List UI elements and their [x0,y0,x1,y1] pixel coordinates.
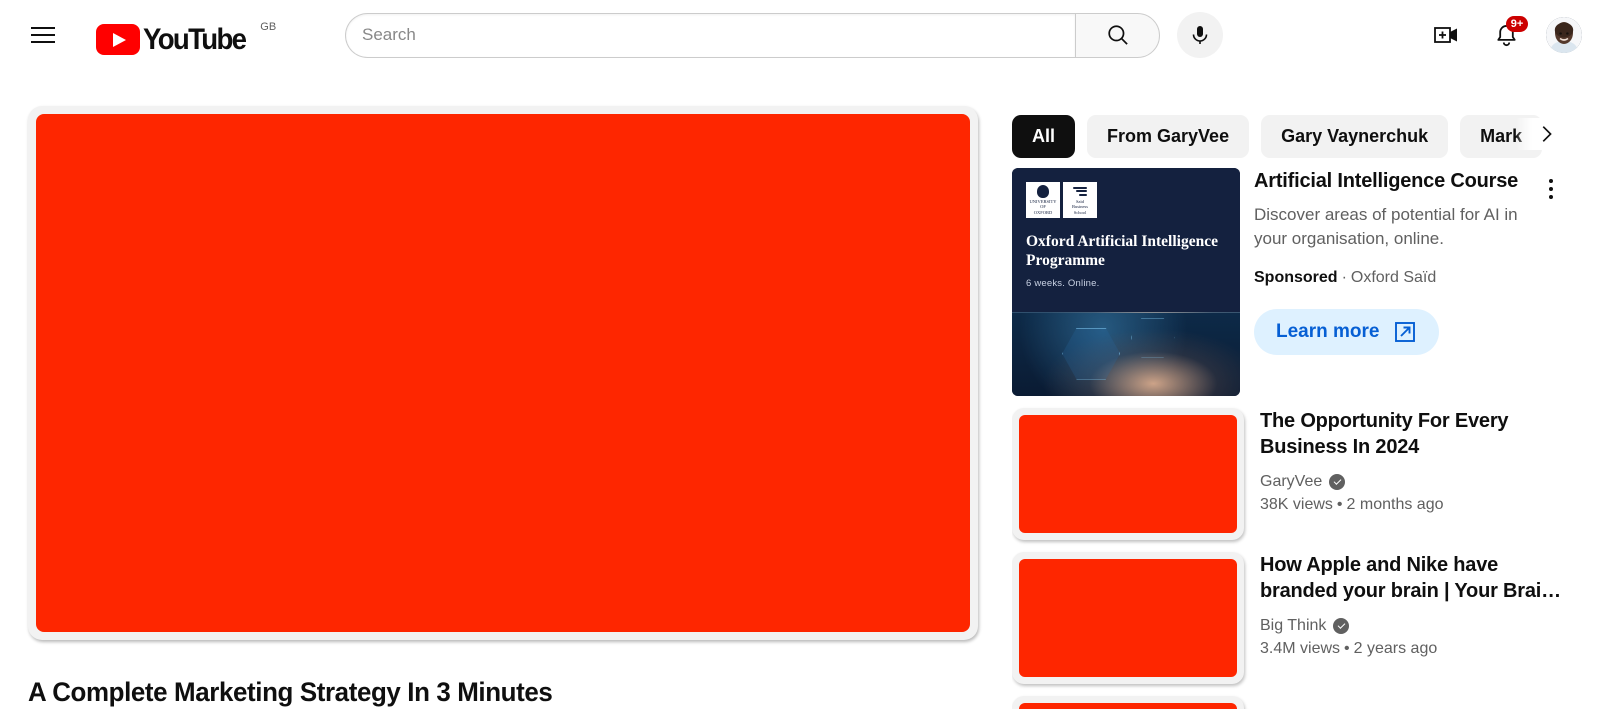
ad-sponsored-label: Sponsored [1254,268,1338,286]
ad-description: Discover areas of potential for AI in yo… [1254,205,1518,248]
filter-chip-from-garyvee[interactable]: From GaryVee [1087,114,1250,158]
list-item: How Apple and Nike have branded your bra… [1012,552,1572,684]
avatar[interactable] [1546,17,1582,53]
video-thumbnail-surface [1019,415,1237,533]
video-stats-separator: • [1344,639,1350,657]
verified-badge-icon [1329,473,1346,490]
ad-logos: UNIVERSITY OF OXFORD Saïd Business Schoo… [1026,182,1226,218]
masthead-center [345,12,1223,58]
filter-chip-all[interactable]: All [1012,114,1076,158]
video-title[interactable]: The Opportunity For Every Business In 20… [1260,408,1564,461]
hamburger-line [31,34,55,36]
create-button[interactable] [1426,15,1466,55]
video-info [1244,696,1564,709]
ad-thumbnail-image [1012,311,1240,396]
said-business-school-logo: Saïd Business School [1063,182,1097,218]
search-icon [1107,25,1128,45]
video-views: 3.4M views [1260,639,1341,657]
filter-chip-gary-vaynerchuk[interactable]: Gary Vaynerchuk [1261,114,1449,158]
more-vertical-icon [1549,195,1553,199]
video-channel[interactable]: Big Think [1260,617,1564,635]
ad-meta: Sponsored · Oxford Saïd [1254,269,1564,287]
chevron-right-icon [1542,126,1552,142]
youtube-logo-text: YouTube [143,23,247,56]
video-info: The Opportunity For Every Business In 20… [1244,408,1564,540]
learn-more-button[interactable]: Learn more [1254,308,1440,355]
video-views: 38K views [1260,495,1333,513]
list-item: The Opportunity For Every Business In 20… [1012,408,1572,540]
video-channel-name: Big Think [1260,616,1327,634]
create-video-icon [1434,27,1457,43]
video-thumbnail-surface [1019,703,1237,709]
verified-badge-icon [1333,617,1350,634]
ad-info: Artificial Intelligence Course Discover … [1240,168,1564,396]
video-thumbnail[interactable] [1012,552,1244,684]
page-body: A Complete Marketing Strategy In 3 Minut… [0,70,1600,709]
ad-thumbnail-headline: Oxford Artificial Intelligence Programme [1026,233,1218,270]
oxford-logo-line2: OXFORD [1033,209,1053,215]
ad-thumbnail-subline: 6 weeks. Online. [1026,277,1100,289]
ad-more-menu-button[interactable] [1534,172,1568,206]
primary-column: A Complete Marketing Strategy In 3 Minut… [28,106,978,710]
notifications-badge: 9+ [1506,16,1528,32]
search-box[interactable] [345,12,1075,58]
youtube-play-icon [96,24,140,55]
learn-more-label: Learn more [1276,320,1380,342]
video-age: 2 months ago [1346,495,1444,513]
video-info: How Apple and Nike have branded your bra… [1244,552,1564,684]
search-form [345,12,1160,58]
filter-chip-bar: All From GaryVee Gary Vaynerchuk Mark [1012,70,1572,160]
microphone-icon [1192,26,1208,44]
youtube-logo[interactable]: YouTube GB [96,15,276,55]
masthead-left: YouTube GB [0,15,345,55]
hamburger-menu-icon[interactable] [23,15,63,55]
secondary-column: All From GaryVee Gary Vaynerchuk Mark UN… [1012,70,1572,709]
video-stats: 3.4M views • 2 years ago [1260,640,1564,658]
avatar-image [1546,17,1582,53]
video-age: 2 years ago [1353,639,1438,657]
oxford-crest-icon [1037,184,1049,198]
hamburger-line [31,27,55,29]
masthead: YouTube GB Search 9+ [0,0,1600,70]
more-vertical-icon [1549,179,1553,183]
video-thumbnail[interactable] [1012,696,1244,709]
said-stripes-icon [1073,185,1087,198]
oxford-logo-line1: UNIVERSITY OF [1029,198,1057,210]
video-thumbnail-surface [1019,559,1237,677]
said-logo-line3: School [1073,209,1087,215]
video-stats: 38K views • 2 months ago [1260,496,1564,514]
video-title[interactable]: How Apple and Nike have branded your bra… [1260,552,1564,605]
ad-title[interactable]: Artificial Intelligence Course [1254,168,1564,194]
youtube-country-code: GB [260,21,277,33]
search-input[interactable] [362,25,1075,45]
sponsored-ad-item: UNIVERSITY OF OXFORD Saïd Business Schoo… [1012,168,1572,396]
video-thumbnail[interactable] [1012,408,1244,540]
page-title: A Complete Marketing Strategy In 3 Minut… [28,677,553,707]
video-stats-separator: • [1336,495,1343,513]
search-button[interactable] [1075,12,1160,58]
hamburger-line [31,41,55,43]
masthead-right: 9+ [1426,15,1600,55]
ad-thumbnail[interactable]: UNIVERSITY OF OXFORD Saïd Business Schoo… [1012,168,1240,396]
video-player-surface[interactable] [36,114,970,632]
voice-search-button[interactable] [1177,12,1223,58]
notifications-button[interactable]: 9+ [1486,15,1528,55]
hexagon-graphic-icon [1130,317,1175,358]
more-vertical-icon [1549,187,1553,191]
ad-meta-separator: · [1341,268,1347,286]
ad-advertiser: Oxford Saïd [1350,268,1437,286]
video-channel[interactable]: GaryVee [1260,473,1564,491]
chips-next-button[interactable] [1516,118,1562,150]
video-channel-name: GaryVee [1260,472,1323,490]
hexagon-graphic-icon [1062,327,1121,380]
oxford-logo: UNIVERSITY OF OXFORD [1026,182,1060,218]
list-item [1012,696,1572,709]
external-link-icon [1395,321,1416,342]
video-player[interactable] [28,106,978,640]
ad-thumbnail-top: UNIVERSITY OF OXFORD Saïd Business Schoo… [1012,168,1240,314]
